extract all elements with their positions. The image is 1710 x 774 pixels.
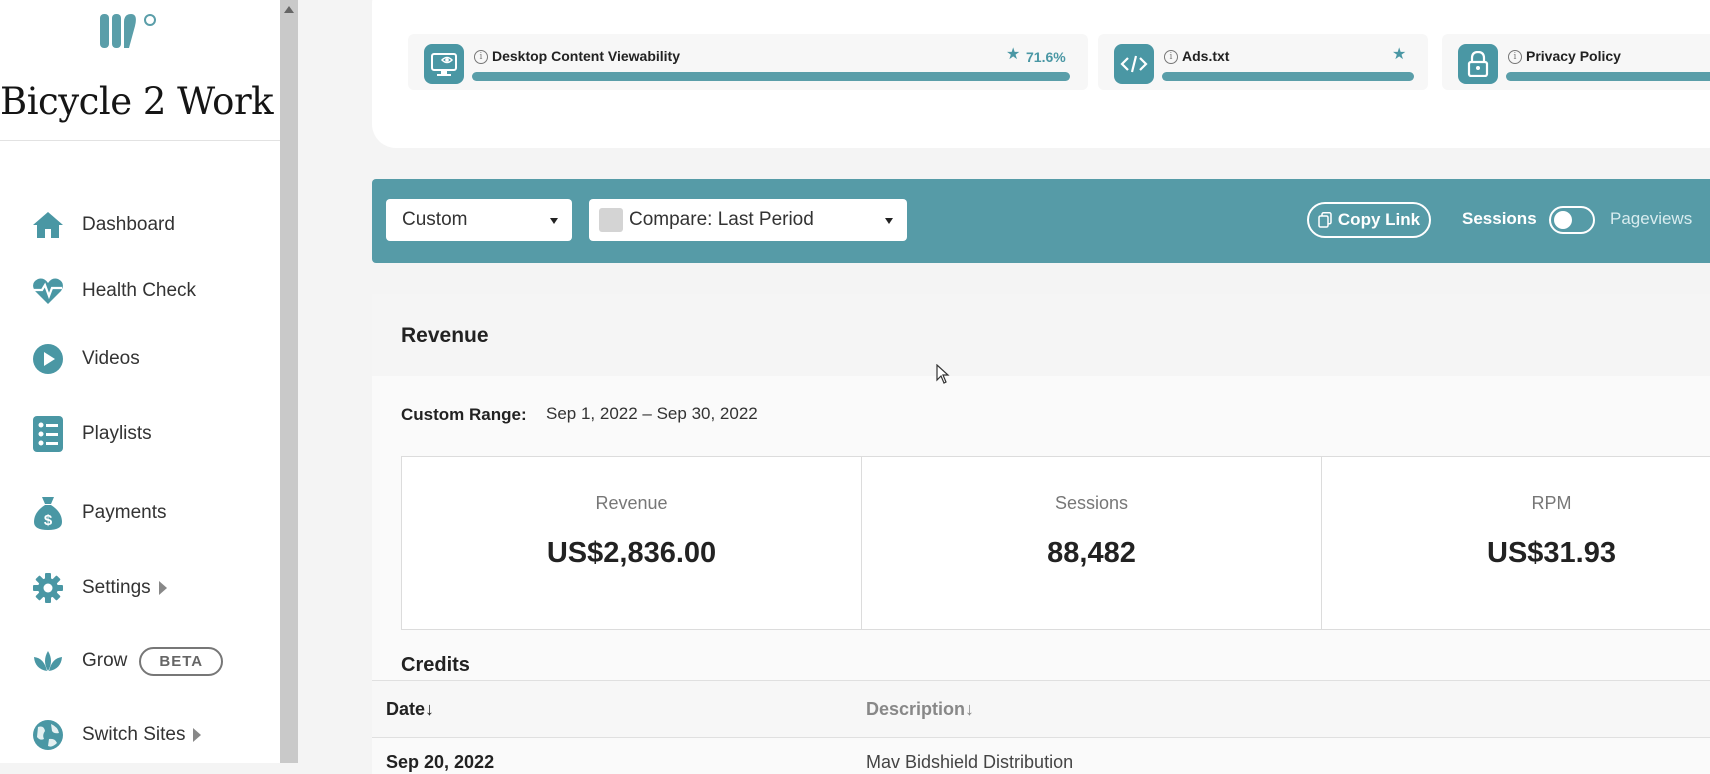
column-header-date[interactable]: Date↓: [386, 699, 434, 720]
metric-tile-ads-txt[interactable]: i Ads.txt ★: [1098, 34, 1428, 90]
date-range-select[interactable]: Custom: [386, 199, 572, 241]
copy-link-label: Copy Link: [1337, 210, 1421, 229]
compare-checkbox[interactable]: [599, 208, 623, 232]
sidebar-item-label: Playlists: [82, 423, 152, 444]
info-icon[interactable]: i: [474, 50, 488, 64]
progress-bar: [1162, 72, 1414, 81]
column-header-label: Description: [866, 699, 966, 719]
code-icon: [1114, 44, 1154, 84]
info-icon[interactable]: i: [1508, 50, 1522, 64]
info-icon[interactable]: i: [1164, 50, 1178, 64]
progress-bar: [1506, 72, 1710, 81]
mouse-cursor-icon: [936, 364, 950, 384]
sidebar-item-label: Switch Sites: [82, 724, 186, 745]
sidebar-scrollbar[interactable]: [280, 0, 298, 763]
tile-label: Privacy Policy: [1526, 48, 1621, 64]
sidebar-item-label: Videos: [82, 348, 140, 369]
compare-value: Compare: Last Period: [629, 209, 814, 230]
copy-icon: [1318, 212, 1332, 228]
range-label: Custom Range:: [401, 405, 527, 424]
stat-title: RPM: [1531, 493, 1572, 513]
sidebar-item-health-check[interactable]: Health Check: [30, 271, 196, 311]
heartbeat-icon: [30, 273, 66, 309]
stat-title: Revenue: [595, 493, 668, 513]
caret-right-icon: [158, 581, 167, 595]
column-header-label: Date: [386, 699, 426, 719]
column-header-description[interactable]: Description↓: [866, 699, 974, 720]
sidebar-item-label: Health Check: [82, 280, 197, 301]
sidebar-item-label: Settings: [82, 577, 151, 598]
health-check-card: i Desktop Content Viewability ★ 71.6% i …: [372, 0, 1710, 148]
sidebar-item-label: Grow: [82, 650, 128, 671]
compare-select[interactable]: Compare: Last Period: [589, 199, 907, 241]
beta-badge: BETA: [139, 646, 224, 676]
money-bag-icon: $: [30, 495, 66, 531]
range-value: Sep 1, 2022 – Sep 30, 2022: [546, 404, 758, 423]
sidebar-item-grow[interactable]: Grow BETA: [30, 641, 224, 681]
stat-title: Sessions: [1054, 493, 1129, 513]
play-icon: [30, 341, 66, 377]
revenue-title: Revenue: [401, 324, 489, 347]
logo-icon[interactable]: [98, 10, 162, 56]
date-range-value: Custom: [402, 209, 468, 230]
sidebar-item-switch-sites[interactable]: Switch Sites: [30, 715, 202, 755]
sidebar-item-settings[interactable]: Settings: [30, 568, 167, 608]
stat-value: US$31.93: [1487, 537, 1616, 569]
credits-title: Credits: [401, 654, 470, 676]
sessions-pageviews-toggle[interactable]: [1549, 206, 1595, 234]
stat-box-sessions: Sessions 88,482: [861, 456, 1322, 630]
stat-value: 88,482: [1047, 537, 1136, 569]
toggle-label-pageviews[interactable]: Pageviews: [1610, 209, 1692, 229]
sidebar-divider: [0, 140, 280, 141]
metric-tile-desktop-viewability[interactable]: i Desktop Content Viewability ★ 71.6%: [408, 34, 1088, 90]
toggle-label-sessions[interactable]: Sessions: [1462, 209, 1537, 229]
sidebar-item-playlists[interactable]: Playlists: [30, 414, 152, 454]
star-icon: ★: [1006, 46, 1021, 63]
globe-icon: [30, 717, 66, 753]
dropdown-arrow-icon: [550, 218, 558, 224]
credits-table-header: Date↓ Description↓: [372, 680, 1710, 738]
gear-icon: [30, 570, 66, 606]
star-icon: ★: [1392, 46, 1407, 63]
stat-box-rpm: RPM US$31.93: [1321, 456, 1710, 630]
stat-box-revenue: Revenue US$2,836.00: [401, 456, 862, 630]
sidebar: Bicycle 2 Work Dashboard Health Check Vi…: [0, 0, 280, 763]
sidebar-item-dashboard[interactable]: Dashboard: [30, 205, 175, 245]
dropdown-arrow-icon: [885, 218, 893, 224]
revenue-header: Revenue: [372, 294, 1710, 376]
sidebar-item-videos[interactable]: Videos: [30, 339, 140, 379]
site-title: Bicycle 2 Work: [0, 80, 274, 123]
home-icon: [30, 207, 66, 243]
progress-bar: [472, 72, 1070, 81]
filter-bar: Custom Compare: Last Period Copy Link Se…: [372, 179, 1710, 263]
tile-label: Ads.txt: [1182, 48, 1230, 64]
tile-value: 71.6%: [1026, 49, 1066, 65]
copy-link-button[interactable]: Copy Link: [1307, 202, 1431, 238]
sidebar-item-payments[interactable]: $ Payments: [30, 493, 166, 533]
svg-text:$: $: [44, 512, 53, 529]
sidebar-item-label: Dashboard: [82, 214, 175, 235]
monitor-eye-icon: [424, 44, 464, 84]
toggle-knob: [1554, 211, 1572, 229]
stat-value: US$2,836.00: [546, 537, 717, 569]
revenue-panel: Revenue Custom Range: Sep 1, 2022 – Sep …: [372, 294, 1710, 774]
leaf-icon: [30, 643, 66, 679]
tile-label: Desktop Content Viewability: [492, 48, 680, 64]
metric-tile-privacy-policy[interactable]: i Privacy Policy: [1442, 34, 1710, 90]
sidebar-item-label: Payments: [82, 502, 167, 523]
caret-right-icon: [193, 728, 202, 742]
lock-icon: [1458, 44, 1498, 84]
scroll-up-icon[interactable]: [284, 6, 294, 13]
list-icon: [30, 416, 66, 452]
